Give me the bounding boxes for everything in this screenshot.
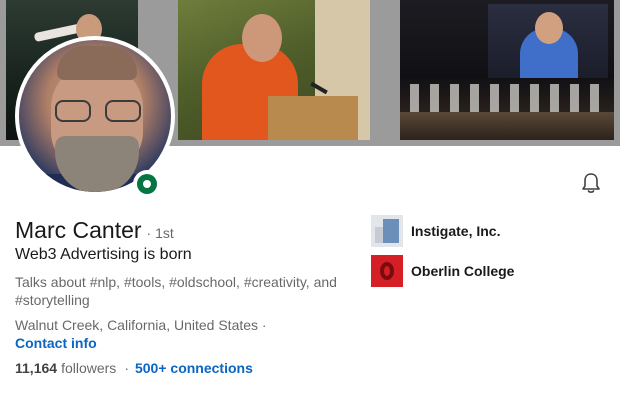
banner-photo-panel <box>400 0 614 140</box>
followers-count: 11,164 <box>15 360 58 376</box>
talks-about: Talks about #nlp, #tools, #oldschool, #c… <box>15 274 337 308</box>
connections-link[interactable]: 500+ connections <box>135 360 253 376</box>
school-name: Oberlin College <box>411 263 515 279</box>
banner-photo-podium <box>178 0 370 140</box>
profile-name: Marc Canter <box>15 217 142 243</box>
bell-icon[interactable] <box>578 170 604 196</box>
stats-separator: · <box>124 360 129 376</box>
connection-degree: · 1st <box>146 225 174 241</box>
instigate-logo-icon <box>371 215 403 247</box>
followers-label: followers <box>61 360 117 376</box>
profile-headline: Web3 Advertising is born <box>15 246 192 263</box>
education-school[interactable]: Oberlin College <box>371 255 514 287</box>
contact-info-link[interactable]: Contact info <box>15 335 97 351</box>
oberlin-logo-icon <box>371 255 403 287</box>
current-company[interactable]: Instigate, Inc. <box>371 215 500 247</box>
network-stats: 11,164 followers · 500+ connections <box>15 360 253 376</box>
location: Walnut Creek, California, United States … <box>15 317 267 333</box>
name-row: Marc Canter · 1st <box>15 217 174 244</box>
company-name: Instigate, Inc. <box>411 223 501 239</box>
status-indicator-icon <box>133 170 161 198</box>
